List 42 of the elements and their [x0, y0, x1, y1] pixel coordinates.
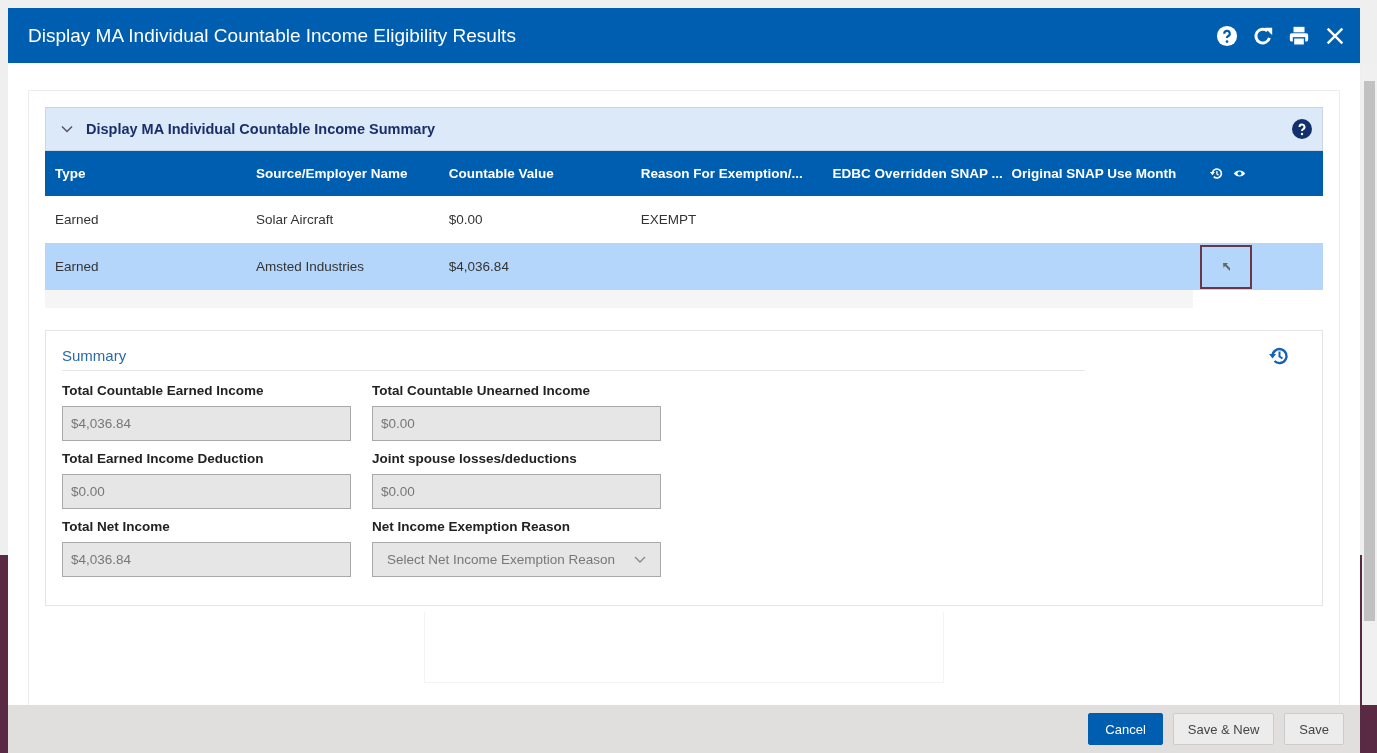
row-action-button[interactable]: [1200, 244, 1253, 289]
eye-icon[interactable]: [1233, 167, 1247, 180]
table-cell: EXEMPT: [630, 196, 823, 243]
horizontal-scrollbar[interactable]: [45, 290, 1193, 308]
column-header[interactable]: Source/Employer Name: [245, 151, 439, 196]
field-label: Total Net Income: [62, 519, 171, 534]
input-field: $4,036.84: [62, 542, 351, 577]
chevron-down-icon: [634, 555, 646, 564]
input-field: $4,036.84: [62, 406, 351, 441]
table-cell: Solar Aircraft: [245, 196, 439, 243]
print-icon[interactable]: [1288, 24, 1310, 47]
footer-button[interactable]: Cancel: [1088, 713, 1163, 745]
column-header[interactable]: EDBC Overridden SNAP ...: [822, 151, 1002, 196]
field-label: Total Earned Income Deduction: [62, 451, 265, 466]
window-title: Display MA Individual Countable Income Eligibility Results: [28, 24, 517, 47]
help-icon[interactable]: [1292, 119, 1312, 139]
field-label: Joint spouse losses/deductions: [372, 451, 578, 466]
input-field: $0.00: [372, 406, 661, 441]
input-field: $0.00: [62, 474, 351, 509]
input-field: $0.00: [372, 474, 661, 509]
table-cell: $4,036.84: [438, 243, 631, 290]
table-cell: Amsted Industries: [245, 243, 439, 290]
footer-button[interactable]: Save & New: [1172, 713, 1275, 745]
dropdown-field: Select Net Income Exemption Reason: [372, 542, 661, 577]
section-header[interactable]: Display MA Individual Countable Income Summary: [45, 107, 1323, 151]
field-label: Total Countable Earned Income: [62, 383, 265, 398]
section-title: Display MA Individual Countable Income Summary: [86, 121, 437, 137]
table-cell: $0.00: [438, 196, 631, 243]
history-icon[interactable]: [1268, 345, 1290, 367]
history-icon[interactable]: [1210, 167, 1224, 180]
column-header[interactable]: Reason For Exemption/...: [630, 151, 823, 196]
column-header[interactable]: Original SNAP Use Month: [1001, 151, 1201, 196]
field-label: Total Countable Unearned Income: [372, 383, 592, 398]
field-label: Net Income Exemption Reason: [372, 519, 572, 534]
arrow-icon: [1221, 261, 1232, 272]
table-cell: Earned: [45, 243, 246, 290]
table-cell: Earned: [45, 196, 246, 243]
column-header[interactable]: Type: [45, 151, 246, 196]
help-icon[interactable]: [1216, 24, 1238, 47]
summary-title: Summary: [62, 347, 1085, 371]
footer-button[interactable]: Save: [1284, 713, 1344, 745]
column-header[interactable]: Countable Value: [438, 151, 631, 196]
